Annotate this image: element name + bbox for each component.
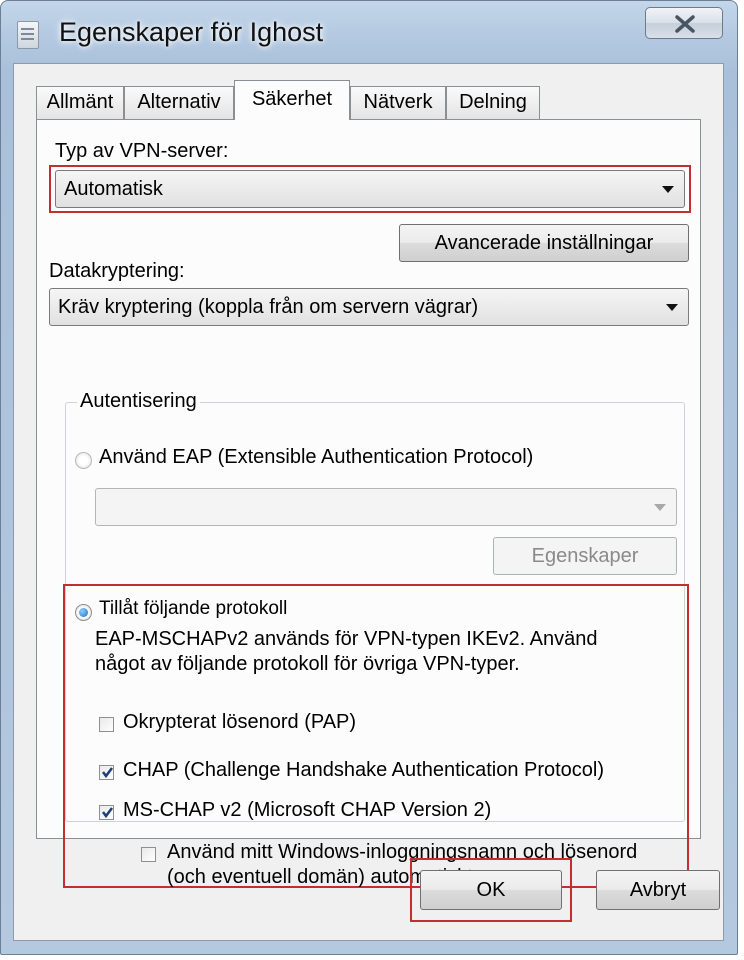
encryption-label: Datakryptering: — [49, 260, 185, 282]
vpn-type-value: Automatisk — [64, 178, 163, 200]
vpn-type-select[interactable]: Automatisk — [55, 170, 685, 208]
pap-checkbox[interactable] — [99, 717, 114, 732]
checkmark-icon — [102, 767, 113, 779]
properties-dialog: Egenskaper för Ighost Allmänt Alternativ… — [0, 0, 738, 955]
chevron-down-icon — [662, 186, 674, 193]
mschapv2-label: MS-CHAP v2 (Microsoft CHAP Version 2) — [123, 799, 492, 821]
mschapv2-checkbox[interactable] — [99, 805, 114, 820]
tab-delning[interactable]: Delning — [446, 86, 540, 119]
windows-login-checkbox[interactable] — [141, 847, 156, 862]
ok-button[interactable]: OK — [420, 870, 562, 910]
allow-protocols-label: Tillåt följande protokoll — [99, 598, 288, 619]
tab-allmant[interactable]: Allmänt — [36, 86, 124, 119]
close-icon — [675, 15, 695, 33]
eap-method-select[interactable] — [95, 488, 677, 526]
tab-alternativ[interactable]: Alternativ — [124, 86, 234, 119]
security-tab-panel: Typ av VPN-server: Automatisk Avancerade… — [36, 119, 701, 888]
tab-natverk[interactable]: Nätverk — [350, 86, 446, 119]
encryption-select[interactable]: Kräv kryptering (koppla från om servern … — [49, 288, 689, 326]
eap-radio-label: Använd EAP (Extensible Authentication Pr… — [99, 446, 534, 468]
checkmark-icon — [102, 807, 113, 819]
tab-sakerhet[interactable]: Säkerhet — [234, 80, 350, 120]
dialog-client-area: Allmänt Alternativ Säkerhet Nätverk Deln… — [13, 63, 724, 941]
eap-properties-button[interactable]: Egenskaper — [493, 537, 677, 575]
protocols-note-line1: EAP-MSCHAPv2 används för VPN-typen IKEv2… — [95, 628, 598, 650]
eap-radio[interactable] — [75, 452, 92, 469]
window-title: Egenskaper för Ighost — [59, 17, 324, 47]
chevron-down-icon — [654, 504, 666, 511]
allow-protocols-radio[interactable] — [75, 604, 92, 621]
close-button[interactable] — [645, 7, 723, 39]
chap-checkbox[interactable] — [99, 765, 114, 780]
cancel-button[interactable]: Avbryt — [596, 870, 720, 910]
advanced-settings-button[interactable]: Avancerade inställningar — [399, 224, 689, 262]
pap-label: Okrypterat lösenord (PAP) — [123, 711, 357, 733]
connection-icon — [17, 21, 39, 49]
protocols-note-line2: något av följande protokoll för övriga V… — [95, 653, 520, 675]
chevron-down-icon — [666, 304, 678, 311]
vpn-type-label: Typ av VPN-server: — [55, 140, 229, 162]
chap-label: CHAP (Challenge Handshake Authentication… — [123, 759, 605, 781]
encryption-value: Kräv kryptering (koppla från om servern … — [58, 296, 479, 318]
authentication-legend: Autentisering — [77, 390, 200, 413]
